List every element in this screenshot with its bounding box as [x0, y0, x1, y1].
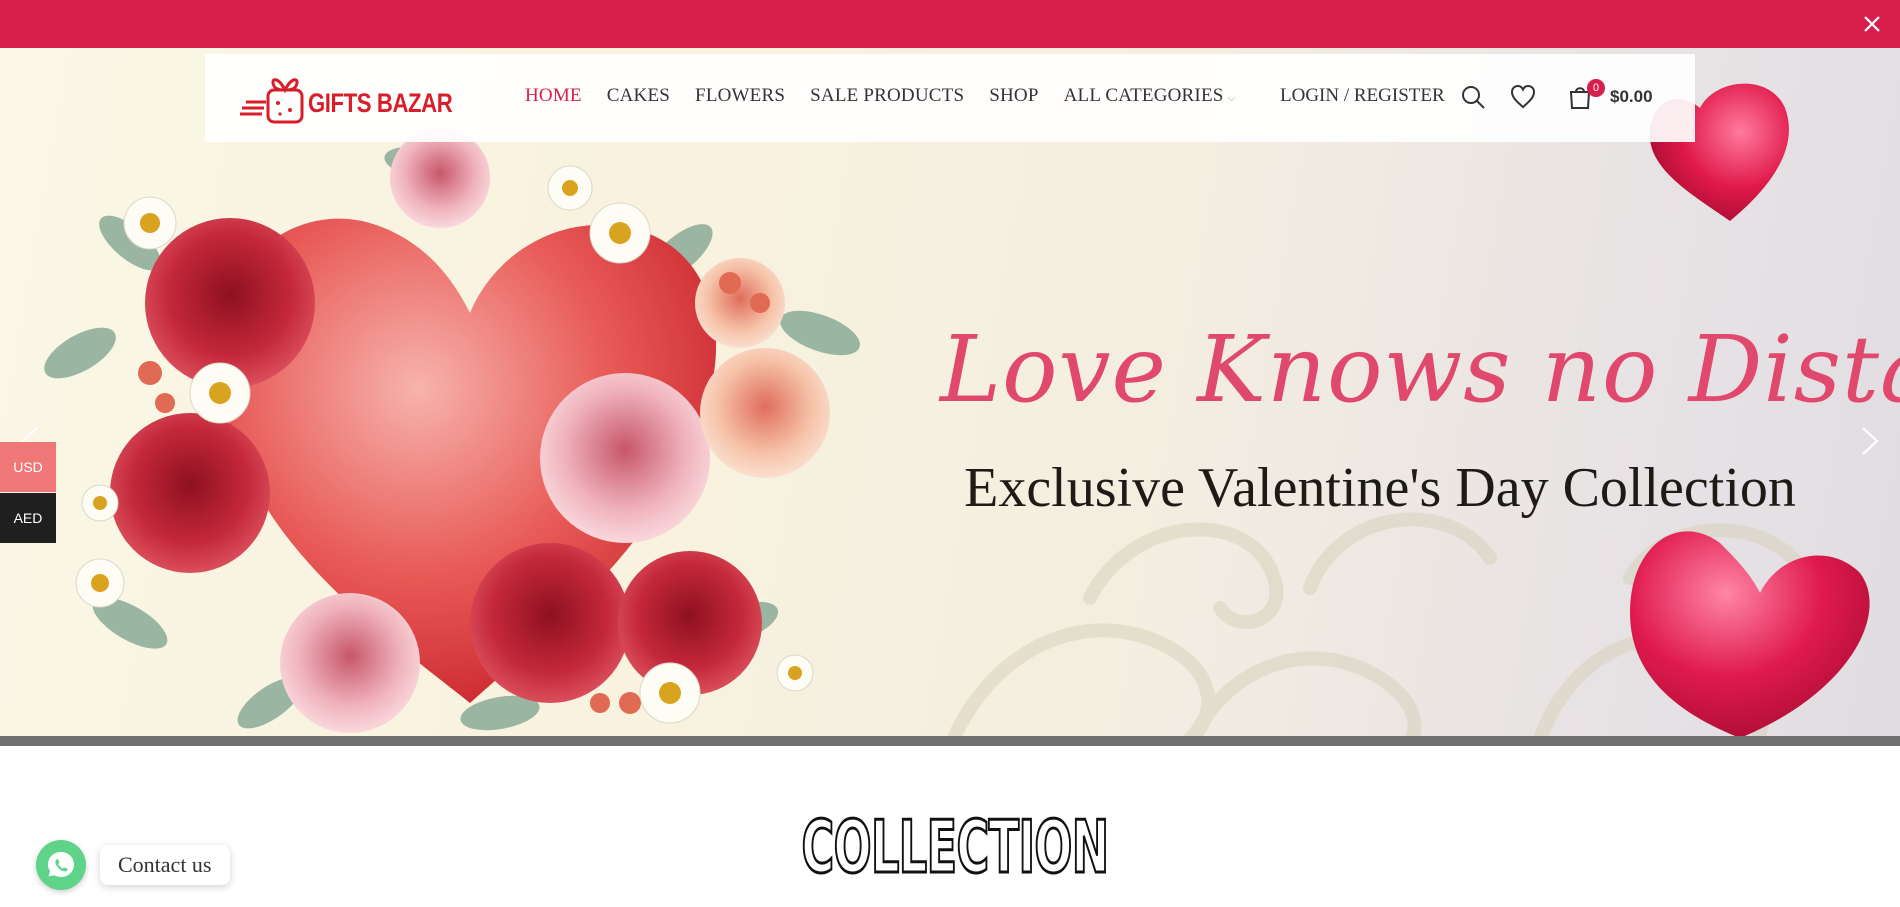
hero-slider: Love Knows no Distance Exclusive Valenti… [0, 48, 1900, 736]
site-logo[interactable]: GIFTS BAZAR [240, 68, 453, 128]
heart-icon[interactable] [1510, 84, 1536, 110]
nav-item-label: SHOP [989, 85, 1039, 106]
chevron-right-icon[interactable] [1855, 424, 1885, 458]
nav-item-all-categories[interactable]: ALL CATEGORIES ⌵ [1064, 85, 1236, 107]
cart-total[interactable]: $0.00 [1610, 87, 1653, 107]
gift-box-icon [240, 78, 304, 124]
chevron-down-icon: ⌵ [1227, 92, 1237, 104]
site-header: GIFTS BAZAR HOME CAKES FLOWERS SALE PROD… [205, 54, 1695, 142]
logo-text: GIFTS BAZAR [308, 88, 453, 118]
cart-count-badge: 0 [1587, 79, 1605, 97]
whatsapp-icon[interactable] [36, 840, 86, 890]
login-register-link[interactable]: LOGIN / REGISTER [1280, 85, 1445, 107]
decorative-heart-bottom [1630, 531, 1870, 736]
nav-item-flowers[interactable]: FLOWERS [695, 85, 785, 107]
nav-item-cakes[interactable]: CAKES [607, 85, 670, 107]
nav-item-shop[interactable]: SHOP [989, 85, 1038, 107]
nav-item-label: FLOWERS [695, 85, 786, 106]
nav-item-home[interactable]: HOME [525, 85, 582, 107]
hero-subheadline: Exclusive Valentine's Day Collection [964, 457, 1796, 519]
nav-item-label: HOME [525, 85, 582, 106]
contact-us-button[interactable]: Contact us [100, 845, 230, 885]
currency-aed-button[interactable]: AED [0, 493, 56, 543]
main-nav: HOME CAKES FLOWERS SALE PRODUCTS SHOP AL… [525, 85, 1236, 107]
hero-bottom-bar [0, 736, 1900, 746]
nav-item-label: CAKES [606, 85, 671, 106]
hero-headline: Love Knows no Distance [940, 316, 1900, 423]
heart-flower-illustration [44, 128, 860, 733]
currency-usd-button[interactable]: USD [0, 442, 56, 492]
section-title: COLLECTION [801, 804, 1111, 891]
nav-item-label: ALL CATEGORIES [1063, 85, 1224, 106]
top-announcement-bar [0, 0, 1900, 48]
search-icon[interactable] [1460, 84, 1486, 110]
nav-item-label: SALE PRODUCTS [810, 85, 965, 106]
close-icon[interactable] [1860, 12, 1884, 36]
nav-item-sale-products[interactable]: SALE PRODUCTS [810, 85, 964, 107]
